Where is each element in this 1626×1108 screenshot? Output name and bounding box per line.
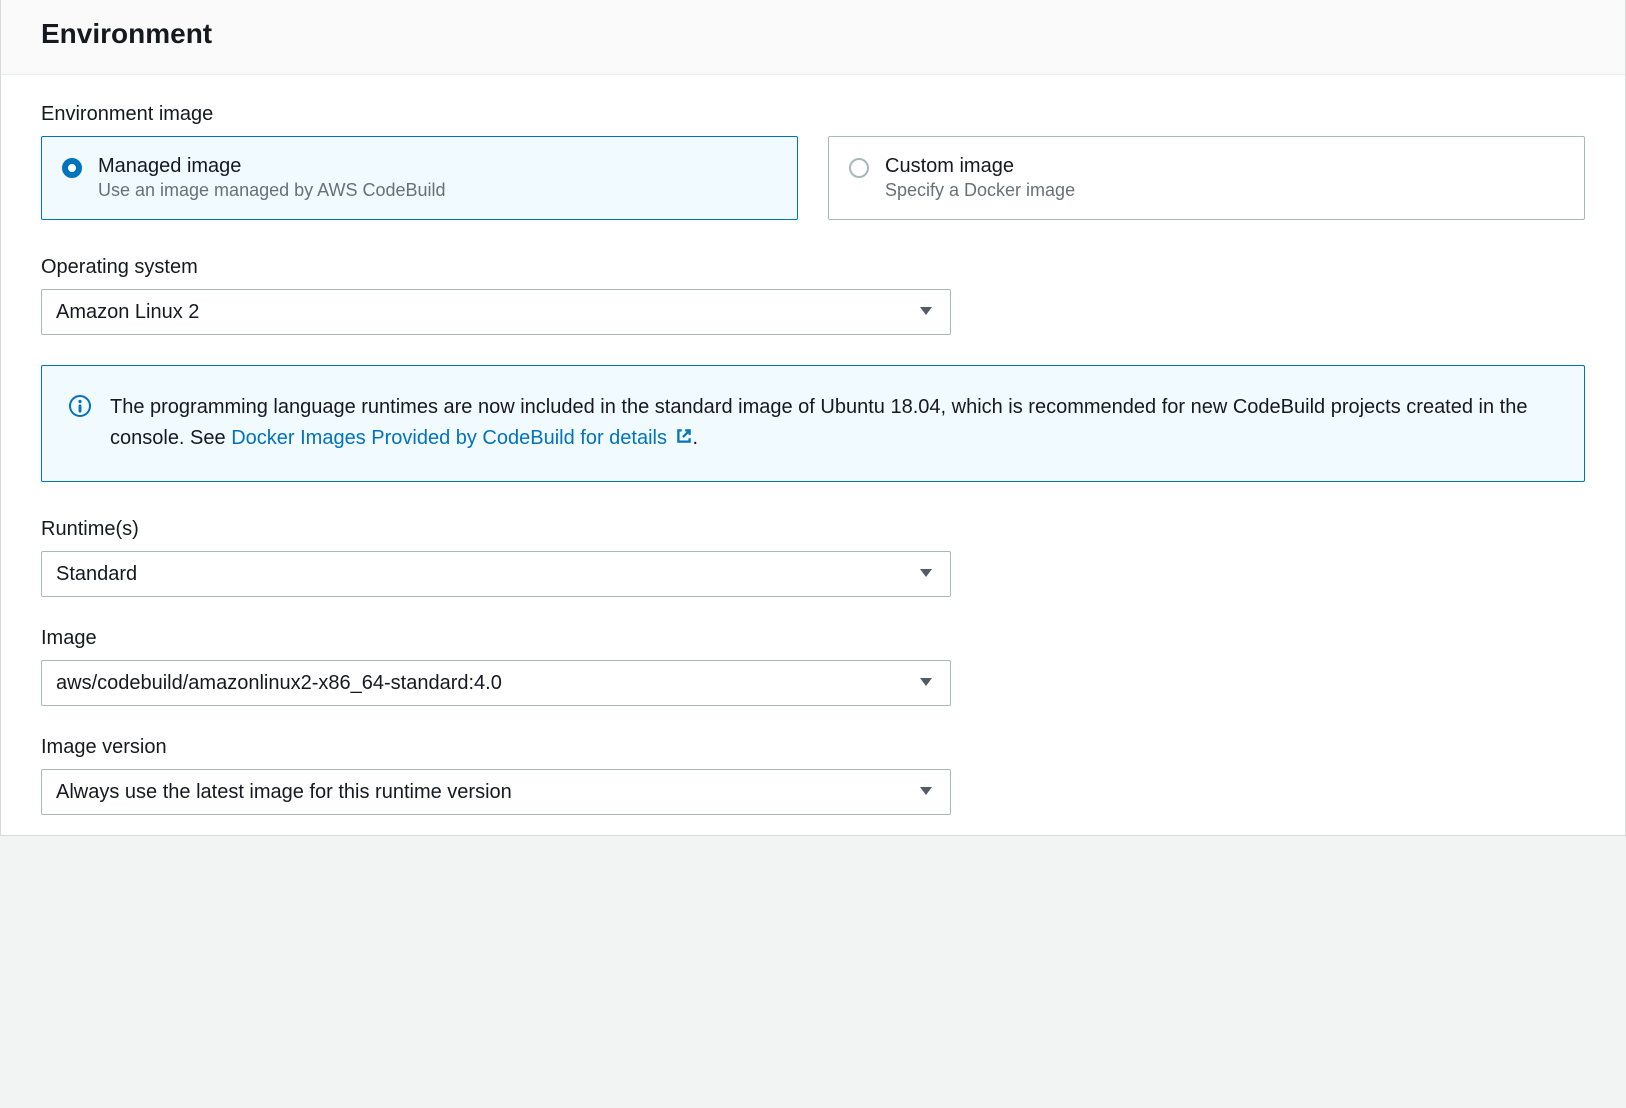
image-group: Image aws/codebuild/amazonlinux2-x86_64-… (41, 627, 1585, 706)
image-select[interactable]: aws/codebuild/amazonlinux2-x86_64-standa… (41, 660, 951, 706)
panel-title: Environment (41, 18, 1585, 50)
environment-image-options: Managed image Use an image managed by AW… (41, 136, 1585, 220)
operating-system-select[interactable]: Amazon Linux 2 (41, 289, 951, 335)
radio-unselected-icon (849, 158, 869, 178)
runtime-group: Runtime(s) Standard (41, 518, 1585, 597)
custom-image-title: Custom image (885, 155, 1075, 178)
managed-image-radio[interactable]: Managed image Use an image managed by AW… (41, 136, 798, 220)
environment-image-label: Environment image (41, 103, 1585, 126)
custom-image-desc: Specify a Docker image (885, 180, 1075, 201)
image-version-select[interactable]: Always use the latest image for this run… (41, 769, 951, 815)
runtime-value: Standard (56, 563, 137, 586)
runtime-select-wrap: Standard (41, 551, 951, 597)
managed-image-title: Managed image (98, 155, 446, 178)
info-link-text: Docker Images Provided by CodeBuild for … (231, 427, 672, 449)
custom-image-content: Custom image Specify a Docker image (885, 155, 1075, 201)
info-alert: The programming language runtimes are no… (41, 365, 1585, 482)
image-version-select-wrap: Always use the latest image for this run… (41, 769, 951, 815)
info-link[interactable]: Docker Images Provided by CodeBuild for … (231, 427, 692, 449)
info-icon (68, 394, 92, 418)
panel-body: Environment image Managed image Use an i… (1, 75, 1625, 835)
runtime-select[interactable]: Standard (41, 551, 951, 597)
environment-image-group: Environment image Managed image Use an i… (41, 103, 1585, 220)
operating-system-select-wrap: Amazon Linux 2 (41, 289, 951, 335)
managed-image-content: Managed image Use an image managed by AW… (98, 155, 446, 201)
info-text-after: . (693, 427, 699, 449)
operating-system-label: Operating system (41, 256, 1585, 279)
managed-image-desc: Use an image managed by AWS CodeBuild (98, 180, 446, 201)
info-text: The programming language runtimes are no… (110, 392, 1554, 455)
image-version-value: Always use the latest image for this run… (56, 781, 512, 804)
operating-system-value: Amazon Linux 2 (56, 301, 199, 324)
operating-system-group: Operating system Amazon Linux 2 (41, 256, 1585, 335)
image-version-label: Image version (41, 736, 1585, 759)
panel-header: Environment (1, 0, 1625, 75)
image-select-wrap: aws/codebuild/amazonlinux2-x86_64-standa… (41, 660, 951, 706)
environment-panel: Environment Environment image Managed im… (0, 0, 1626, 836)
image-version-group: Image version Always use the latest imag… (41, 736, 1585, 815)
radio-selected-icon (62, 158, 82, 178)
runtime-label: Runtime(s) (41, 518, 1585, 541)
image-label: Image (41, 627, 1585, 650)
external-link-icon (675, 424, 693, 455)
custom-image-radio[interactable]: Custom image Specify a Docker image (828, 136, 1585, 220)
image-value: aws/codebuild/amazonlinux2-x86_64-standa… (56, 672, 502, 695)
